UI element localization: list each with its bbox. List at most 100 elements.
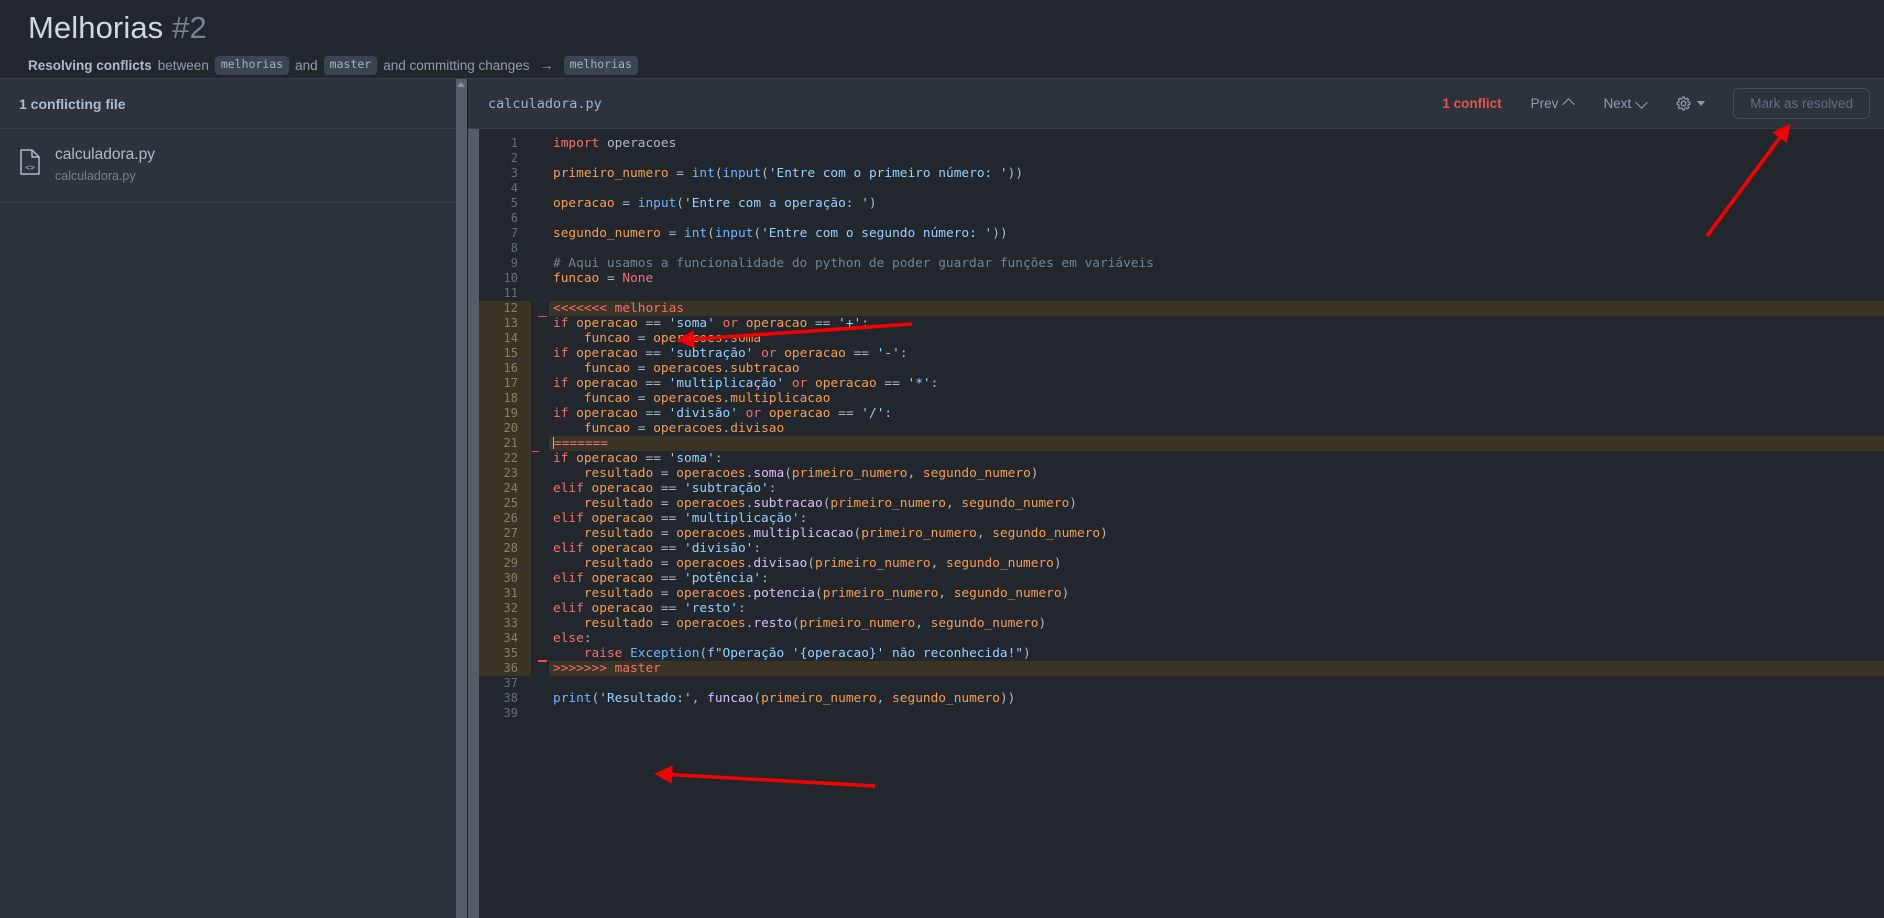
code-line[interactable]: 7 segundo_numero = int(input('Entre com o… bbox=[479, 226, 1884, 241]
code-token: )) bbox=[1007, 166, 1024, 181]
code-token: operacao bbox=[576, 376, 638, 391]
sidebar-scrollbar[interactable] bbox=[456, 79, 467, 918]
line-number: 36 bbox=[479, 661, 531, 676]
code-line-conflict-marker[interactable]: 21 ======= bbox=[479, 436, 1884, 452]
code-token: == bbox=[845, 346, 877, 361]
code-token: 'potência' bbox=[684, 571, 762, 586]
code-token: == bbox=[637, 346, 669, 361]
code-line[interactable]: 23 resultado = operacoes.soma(primeiro_n… bbox=[479, 466, 1884, 481]
branch-chip-target[interactable]: master bbox=[323, 56, 378, 75]
code-line[interactable]: 39 bbox=[479, 706, 1884, 721]
code-line[interactable]: 29 resultado = operacoes.divisao(primeir… bbox=[479, 556, 1884, 571]
code-line[interactable]: 38 print('Resultado:', funcao(primeiro_nu… bbox=[479, 691, 1884, 706]
code-token: ) bbox=[868, 196, 877, 211]
code-token: input bbox=[714, 226, 754, 241]
code-line[interactable]: 11 bbox=[479, 286, 1884, 301]
scroll-up-arrow-icon[interactable] bbox=[457, 82, 465, 87]
code-line[interactable]: 31 resultado = operacoes.potencia(primei… bbox=[479, 586, 1884, 601]
code-token: operacoes bbox=[676, 466, 746, 481]
code-line[interactable]: 6 bbox=[479, 211, 1884, 226]
code-line[interactable]: 13 if operacao == 'soma' or operacao == '… bbox=[479, 316, 1884, 331]
code-line-text: resultado = operacoes.subtracao(primeiro… bbox=[549, 496, 1884, 511]
code-line[interactable]: 34 else: bbox=[479, 631, 1884, 646]
branch-chip-source[interactable]: melhorias bbox=[214, 56, 290, 75]
code-line[interactable]: 24 elif operacao == 'subtração': bbox=[479, 481, 1884, 496]
branch-chip-result[interactable]: melhorias bbox=[563, 56, 638, 75]
code-scrollbar-left[interactable] bbox=[468, 129, 479, 918]
code-line-text: elif operacao == 'potência': bbox=[549, 571, 1884, 586]
code-line-conflict-marker[interactable]: 36 >>>>>>> master bbox=[479, 660, 1884, 676]
code-token: ======= bbox=[554, 436, 608, 451]
code-viewport: 1 import operacoes 2 3 primeiro_numero = int… bbox=[468, 129, 1884, 918]
code-line[interactable]: 37 bbox=[479, 676, 1884, 691]
conflicting-file-item[interactable]: <> calculadora.py calculadora.py bbox=[0, 129, 467, 204]
line-number: 11 bbox=[503, 286, 518, 300]
code-line[interactable]: 8 bbox=[479, 241, 1884, 256]
code-token: funcao bbox=[583, 421, 631, 436]
code-token: resultado bbox=[583, 466, 654, 481]
subtitle-and-text: and bbox=[295, 57, 318, 73]
code-line-text: if operacao == 'soma' or operacao == '+'… bbox=[549, 316, 1884, 331]
code-line[interactable]: 27 resultado = operacoes.multiplicacao(p… bbox=[479, 526, 1884, 541]
prev-conflict-button[interactable]: Prev bbox=[1522, 92, 1585, 115]
mark-as-resolved-button[interactable]: Mark as resolved bbox=[1733, 88, 1870, 119]
code-token: primeiro_numero bbox=[799, 616, 916, 631]
code-token: divisao bbox=[753, 556, 808, 571]
code-line[interactable]: 16 funcao = operacoes.subtracao bbox=[479, 361, 1884, 376]
code-token: , bbox=[876, 691, 893, 706]
code-line[interactable]: 28 elif operacao == 'divisão': bbox=[479, 541, 1884, 556]
line-number: 15 bbox=[479, 346, 531, 361]
code-line[interactable]: 1 import operacoes bbox=[479, 136, 1884, 151]
code-line[interactable]: 22 if operacao == 'soma': bbox=[479, 451, 1884, 466]
code-token: if bbox=[553, 451, 569, 466]
code-token: operacoes bbox=[653, 331, 723, 346]
code-token: import bbox=[553, 136, 600, 151]
code-line[interactable]: 14 funcao = operacoes.soma bbox=[479, 331, 1884, 346]
code-editor[interactable]: 1 import operacoes 2 3 primeiro_numero = int… bbox=[479, 129, 1884, 918]
line-number: 12 bbox=[479, 301, 531, 316]
code-token: : bbox=[861, 316, 870, 331]
code-line[interactable]: 30 elif operacao == 'potência': bbox=[479, 571, 1884, 586]
code-line[interactable]: 10 funcao = None bbox=[479, 271, 1884, 286]
code-line[interactable]: 2 bbox=[479, 151, 1884, 166]
code-line[interactable]: 15 if operacao == 'subtração' or operacao… bbox=[479, 346, 1884, 361]
code-line[interactable]: 20 funcao = operacoes.divisao bbox=[479, 421, 1884, 436]
code-line[interactable]: 32 elif operacao == 'resto': bbox=[479, 601, 1884, 616]
page-title: Melhorias #2 bbox=[28, 10, 1856, 46]
code-line[interactable]: 35 raise Exception(f"Operação '{operacao… bbox=[479, 646, 1884, 661]
code-line[interactable]: 9 # Aqui usamos a funcionalidade do pytho… bbox=[479, 256, 1884, 271]
code-line[interactable]: 3 primeiro_numero = int(input('Entre com … bbox=[479, 166, 1884, 181]
code-line[interactable]: 4 bbox=[479, 181, 1884, 196]
code-token: operacoes bbox=[676, 556, 746, 571]
line-number: 21 bbox=[479, 436, 531, 451]
code-token: if bbox=[553, 376, 569, 391]
code-token: segundo_numero bbox=[961, 496, 1070, 511]
code-line[interactable]: 18 funcao = operacoes.multiplicacao bbox=[479, 391, 1884, 406]
line-number: 17 bbox=[479, 376, 531, 391]
code-line[interactable]: 33 resultado = operacoes.resto(primeiro_… bbox=[479, 616, 1884, 631]
editor-settings-button[interactable] bbox=[1667, 91, 1713, 116]
code-line[interactable]: 26 elif operacao == 'multiplicação': bbox=[479, 511, 1884, 526]
next-conflict-button[interactable]: Next bbox=[1594, 92, 1657, 115]
code-line-text: ======= bbox=[549, 436, 1884, 451]
line-number: 31 bbox=[479, 586, 531, 601]
code-line-text: elif operacao == 'divisão': bbox=[549, 541, 1884, 556]
line-number: 25 bbox=[479, 496, 531, 511]
pr-number-text: #2 bbox=[172, 10, 207, 45]
code-line[interactable]: 17 if operacao == 'multiplicação' or oper… bbox=[479, 376, 1884, 391]
code-token: = bbox=[630, 361, 654, 376]
code-token: = bbox=[653, 556, 677, 571]
code-line[interactable]: 5 operacao = input('Entre com a operação:… bbox=[479, 196, 1884, 211]
code-token: operacao bbox=[745, 316, 808, 331]
code-token: ( bbox=[807, 556, 816, 571]
conflict-editor-pane: calculadora.py 1 conflict Prev Next Mark… bbox=[468, 79, 1884, 918]
code-line[interactable]: 25 resultado = operacoes.subtracao(prime… bbox=[479, 496, 1884, 511]
line-number: 33 bbox=[479, 616, 531, 631]
code-line-conflict-marker[interactable]: 12 <<<<<<< melhorias bbox=[479, 301, 1884, 317]
code-token: ( bbox=[815, 586, 823, 601]
line-number: 8 bbox=[510, 241, 518, 255]
code-line[interactable]: 19 if operacao == 'divisão' or operacao =… bbox=[479, 406, 1884, 421]
